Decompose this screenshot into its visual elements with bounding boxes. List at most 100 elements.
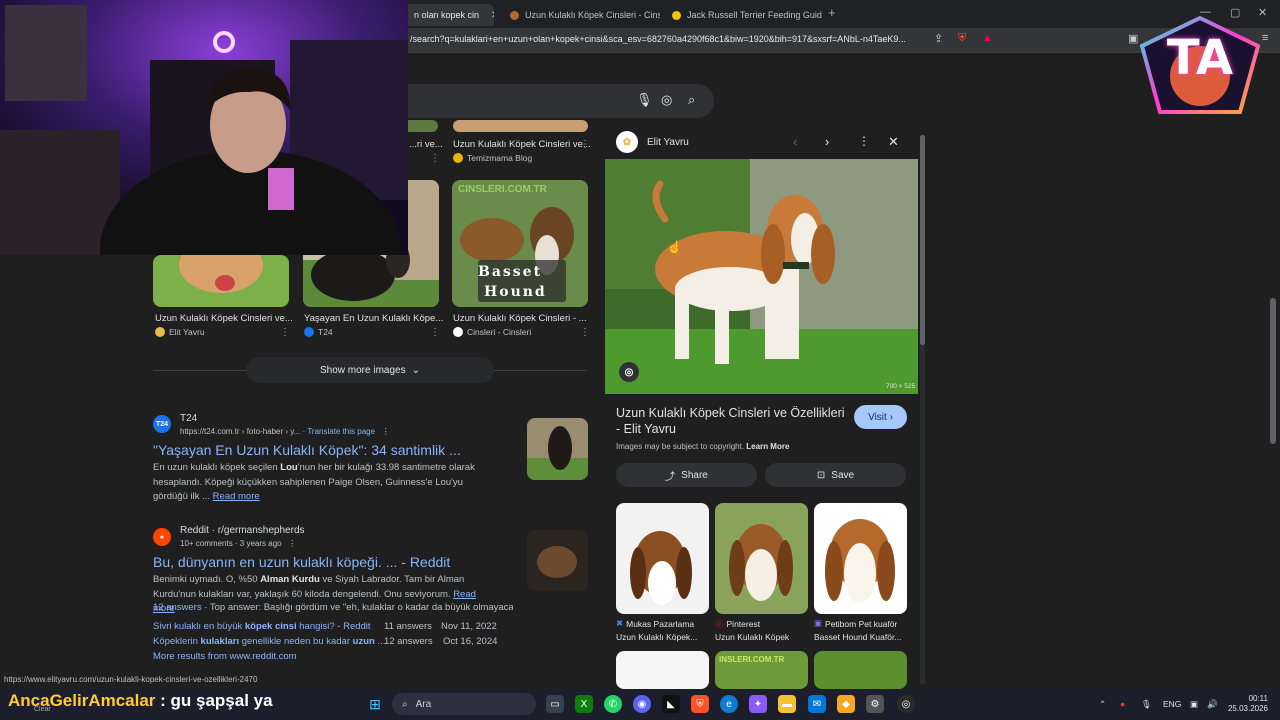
outlook-icon[interactable]: ✉: [808, 695, 826, 713]
tab-cinsleri[interactable]: Uzun Kulaklı Köpek Cinsleri - Cinsleri: [500, 4, 660, 26]
similar-image[interactable]: [814, 651, 907, 689]
mic-icon[interactable]: 🎙: [636, 92, 653, 108]
whatsapp-icon[interactable]: ✆: [604, 695, 622, 713]
chevron-right-icon[interactable]: ›: [825, 134, 829, 149]
network-icon[interactable]: ▣: [1190, 699, 1198, 710]
close-panel-icon[interactable]: ✕: [888, 134, 899, 150]
settings-gear-icon[interactable]: ⚙: [866, 695, 884, 713]
url-field[interactable]: /search?q=kulaklari+en+uzun+olan+kopek+c…: [410, 34, 925, 44]
more-options-icon[interactable]: ⋮: [858, 134, 870, 148]
mouse-cursor-icon: ☝: [667, 240, 682, 254]
chevron-left-icon[interactable]: ‹: [793, 134, 797, 149]
language-indicator[interactable]: ENG: [1163, 699, 1181, 709]
result-title-link[interactable]: "Yaşayan En Uzun Kulaklı Köpek": 34 sant…: [153, 442, 461, 458]
similar-image[interactable]: [616, 651, 709, 689]
similar-title[interactable]: Uzun Kulaklı Köpek...: [616, 632, 697, 642]
answer-date: Nov 11, 2022: [441, 621, 497, 632]
translate-link[interactable]: Translate this page: [307, 427, 375, 436]
chat-overlay: AncaGelirAmcalar : gu şapşal ya: [8, 691, 273, 711]
image-thumb[interactable]: [404, 120, 438, 132]
tab-search[interactable]: n olan kopek cin ✕: [404, 4, 494, 26]
share-button[interactable]: ⤴ Share: [616, 463, 757, 487]
more-options-icon[interactable]: ⋮: [430, 327, 440, 338]
image-title[interactable]: ...ri ve...: [409, 139, 443, 150]
chat-username: AncaGelirAmcalar: [8, 691, 156, 710]
learn-more-link[interactable]: Learn More: [746, 442, 789, 451]
file-explorer-icon[interactable]: ▬: [778, 695, 796, 713]
new-tab-button[interactable]: +: [828, 5, 836, 20]
similar-source: ▣ Petibom Pet kuaför: [814, 618, 898, 629]
search-icon[interactable]: ⌕: [688, 92, 695, 108]
taskbar-search[interactable]: ⌕ Ara: [392, 693, 536, 715]
panel-scroll-thumb[interactable]: [920, 135, 925, 345]
image-thumb[interactable]: [453, 120, 588, 132]
read-more-link[interactable]: Read more: [213, 491, 260, 502]
more-options-icon[interactable]: ⋮: [280, 327, 290, 338]
tab-label: n olan kopek cin: [414, 10, 480, 20]
sitelink[interactable]: Sivri kulaklı en büyük köpek cinsi hangi…: [153, 621, 371, 632]
volume-icon[interactable]: 🔊: [1207, 699, 1218, 710]
save-button[interactable]: ⊡ Save: [765, 463, 906, 487]
similar-image[interactable]: INSLERI.COM.TR: [715, 651, 808, 689]
basset-hound-photo: [616, 503, 709, 614]
basset-hound-photo: [814, 503, 907, 614]
tab-feeding-guide[interactable]: Jack Russell Terrier Feeding Guide | D: [662, 4, 822, 26]
more-options-icon[interactable]: ⋮: [580, 327, 590, 338]
logo-text: TA: [1166, 30, 1234, 86]
panel-title-link[interactable]: Uzun Kulaklı Köpek Cinsleri ve Özellikle…: [616, 405, 848, 437]
share-page-icon[interactable]: ⇪: [934, 32, 943, 45]
xbox-icon[interactable]: X: [575, 695, 593, 713]
discord-icon[interactable]: ◉: [633, 695, 651, 713]
app-icon[interactable]: ◆: [837, 695, 855, 713]
share-icon: ⤴: [665, 471, 676, 483]
result-thumbnail[interactable]: [527, 418, 588, 480]
brave-shield-icon[interactable]: ⛨: [958, 32, 966, 45]
chevron-right-icon: ›: [889, 411, 893, 423]
panel-source-name[interactable]: Elit Yavru: [647, 137, 689, 148]
result-title-link[interactable]: Bu, dünyanın en uzun kulaklı köpeği. ...…: [153, 554, 450, 570]
reddit-icon: ●: [153, 528, 171, 546]
lens-icon[interactable]: ◎: [661, 92, 672, 108]
obs-icon[interactable]: ◎: [897, 695, 915, 713]
copilot-icon[interactable]: ✦: [749, 695, 767, 713]
close-icon[interactable]: ✕: [491, 10, 494, 21]
more-options-icon[interactable]: ⋮: [580, 139, 590, 150]
more-results-link[interactable]: More results from www.reddit.com: [153, 651, 297, 662]
tab-label: Jack Russell Terrier Feeding Guide | D: [687, 10, 822, 20]
brave-browser-icon[interactable]: ⛨: [691, 695, 709, 713]
clock[interactable]: 00:11 25.03.2026: [1226, 694, 1268, 714]
main-preview-image[interactable]: [605, 159, 918, 394]
menu-icon[interactable]: ≡: [1262, 32, 1268, 44]
mic-icon[interactable]: 🎙: [1141, 699, 1152, 710]
edge-icon[interactable]: e: [720, 695, 738, 713]
image-title[interactable]: Yaşayan En Uzun Kulaklı Köpe...: [304, 313, 443, 324]
task-view-icon[interactable]: ▭: [546, 695, 564, 713]
app-icon[interactable]: ◣: [662, 695, 680, 713]
image-title[interactable]: Uzun Kulaklı Köpek Cinsleri ve...: [155, 313, 293, 324]
image-source: Elit Yavru: [155, 327, 205, 337]
lens-icon[interactable]: ◎: [619, 362, 639, 382]
sitelink[interactable]: Köpeklerin kulakları genellikle neden bu…: [153, 636, 385, 647]
tab-label: Uzun Kulaklı Köpek Cinsleri - Cinsleri: [525, 10, 660, 20]
similar-title[interactable]: Basset Hound Kuaför...: [814, 632, 901, 642]
tray-app-icon[interactable]: ●: [1120, 699, 1125, 709]
similar-title[interactable]: Uzun Kulaklı Köpek: [715, 632, 789, 642]
chevron-up-icon[interactable]: ⌃: [1099, 699, 1106, 710]
similar-image[interactable]: [715, 503, 808, 614]
show-more-images-button[interactable]: Show more images ⌄: [246, 357, 494, 383]
windows-start-icon[interactable]: ⊞: [366, 695, 384, 713]
similar-image[interactable]: [814, 503, 907, 614]
sidebar-toggle-icon[interactable]: ▣: [1128, 32, 1138, 45]
rewards-icon[interactable]: ▲: [982, 32, 993, 44]
similar-image[interactable]: [616, 503, 709, 614]
visit-button[interactable]: Visit ›: [854, 405, 907, 429]
page-scrollbar[interactable]: [1270, 298, 1276, 444]
more-options-icon[interactable]: ⋮: [430, 153, 440, 164]
answers-link[interactable]: 12 answers: [153, 602, 202, 613]
image-title[interactable]: Uzun Kulaklı Köpek Cinsleri - ...: [453, 313, 587, 324]
image-thumb[interactable]: [153, 255, 289, 307]
result-thumbnail[interactable]: [527, 530, 588, 591]
image-title[interactable]: Uzun Kulaklı Köpek Cinsleri ve...: [453, 139, 591, 150]
answer-date: Oct 16, 2024: [443, 636, 498, 647]
stream-logo: TA: [1139, 15, 1261, 120]
